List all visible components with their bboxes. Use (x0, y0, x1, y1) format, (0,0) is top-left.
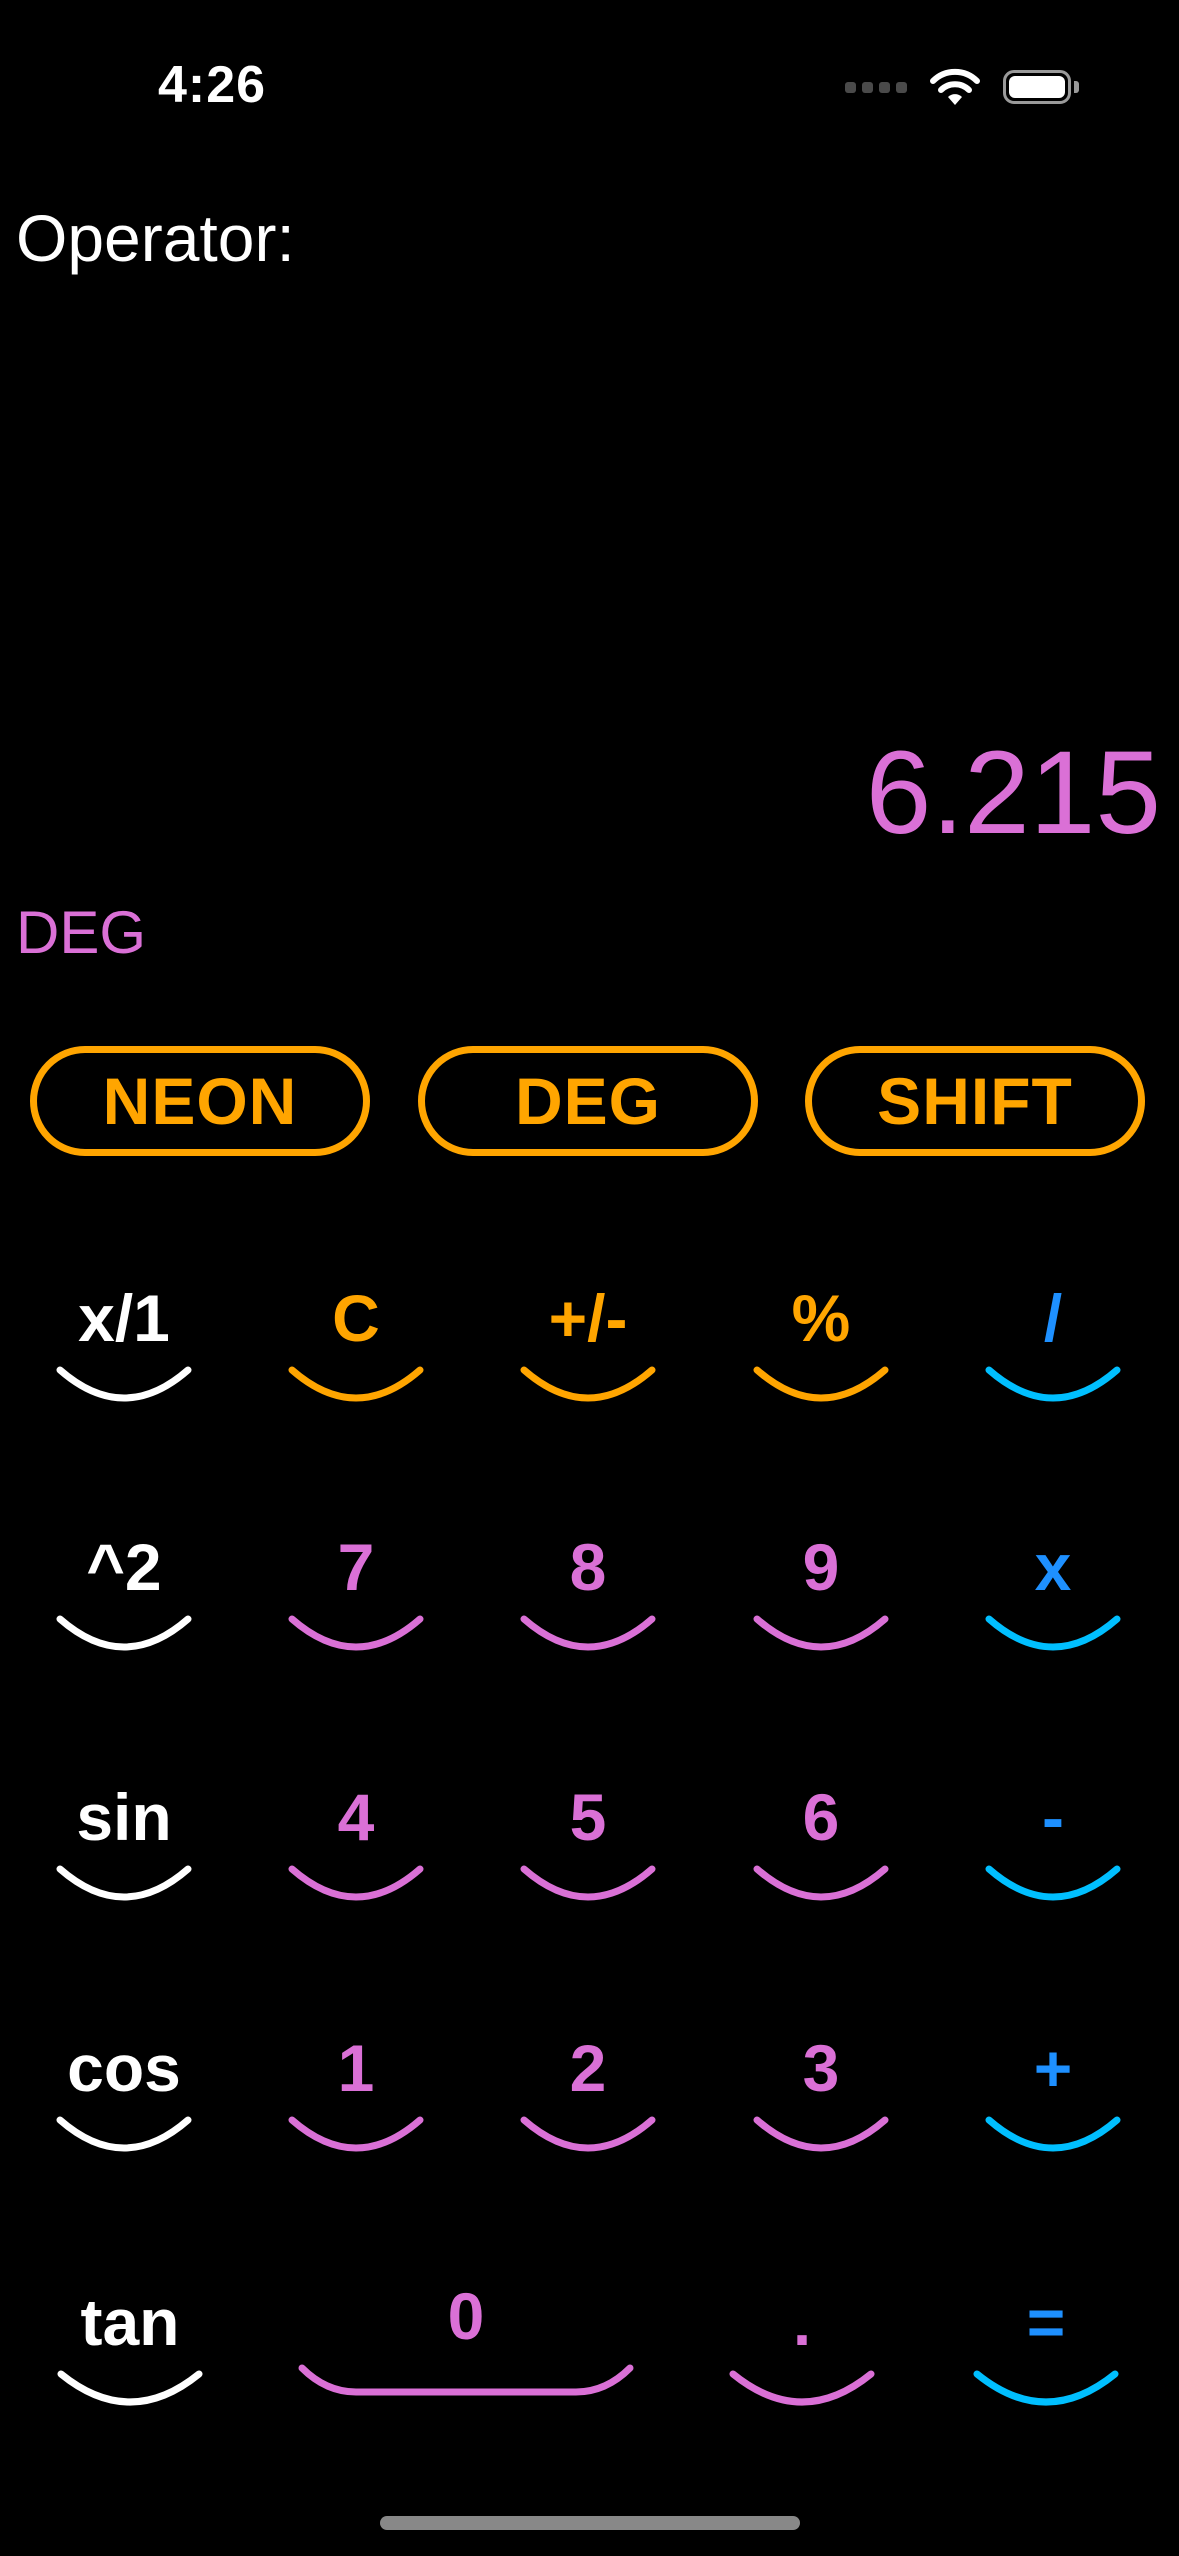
status-icons (845, 62, 1079, 112)
tan-key[interactable]: tan (50, 2282, 210, 2408)
key-label: x (1034, 1530, 1072, 1604)
operator-label: Operator: (16, 201, 295, 275)
key-arc (753, 1615, 889, 1651)
digit-9-key[interactable]: 9 (741, 1527, 901, 1653)
decimal-key[interactable]: . (722, 2282, 882, 2408)
key-arc (973, 2370, 1119, 2406)
key-arc (298, 2364, 634, 2396)
key-arc (753, 1366, 889, 1402)
key-label: . (792, 2285, 812, 2359)
key-label: 3 (802, 2031, 840, 2105)
digit-5-key[interactable]: 5 (508, 1777, 668, 1903)
add-key[interactable]: + (973, 2028, 1133, 2154)
key-label: 9 (802, 1530, 840, 1604)
key-arc (56, 1865, 192, 1901)
key-label: sin (76, 1780, 172, 1854)
key-label: 5 (569, 1780, 607, 1854)
key-arc (985, 2116, 1121, 2152)
key-label: / (1043, 1281, 1063, 1355)
angle-mode-indicator: DEG (16, 899, 147, 966)
key-label: cos (67, 2031, 181, 2105)
cellular-signal-icon (845, 81, 907, 93)
neon-button[interactable]: NEON (30, 1046, 370, 1156)
digit-4-key[interactable]: 4 (276, 1777, 436, 1903)
subtract-key[interactable]: - (973, 1777, 1133, 1903)
key-arc (520, 2116, 656, 2152)
digit-1-key[interactable]: 1 (276, 2028, 436, 2154)
clear-key[interactable]: C (276, 1278, 436, 1404)
key-arc (753, 2116, 889, 2152)
key-label: x/1 (78, 1281, 170, 1355)
key-arc (288, 1615, 424, 1651)
key-arc (520, 1366, 656, 1402)
status-time: 4:26 (158, 56, 267, 114)
key-arc (56, 1366, 192, 1402)
home-indicator[interactable] (380, 2516, 800, 2530)
key-label: +/- (548, 1281, 628, 1355)
key-label: + (1033, 2031, 1073, 2105)
key-arc (985, 1615, 1121, 1651)
key-label: 1 (337, 2031, 375, 2105)
key-label: - (1042, 1780, 1064, 1854)
sign-toggle-key[interactable]: +/- (508, 1278, 668, 1404)
wifi-icon (930, 68, 980, 105)
reciprocal-key[interactable]: x/1 (44, 1278, 204, 1404)
key-label: 2 (569, 2031, 607, 2105)
key-arc (753, 1865, 889, 1901)
key-label: 7 (337, 1530, 375, 1604)
key-arc (520, 1865, 656, 1901)
key-arc (729, 2370, 875, 2406)
key-label: % (791, 1281, 851, 1355)
key-arc (288, 1366, 424, 1402)
key-label: ^2 (86, 1530, 162, 1604)
deg-button[interactable]: DEG (418, 1046, 758, 1156)
key-arc (288, 2116, 424, 2152)
shift-button[interactable]: SHIFT (805, 1046, 1145, 1156)
digit-0-key[interactable]: 0 (296, 2276, 636, 2402)
display-value: 6.215 (865, 727, 1161, 859)
digit-6-key[interactable]: 6 (741, 1777, 901, 1903)
key-arc (985, 1366, 1121, 1402)
battery-icon (1003, 70, 1079, 104)
key-label: 8 (569, 1530, 607, 1604)
digit-8-key[interactable]: 8 (508, 1527, 668, 1653)
key-arc (288, 1865, 424, 1901)
key-label: 0 (447, 2279, 485, 2353)
multiply-key[interactable]: x (973, 1527, 1133, 1653)
key-arc (56, 2116, 192, 2152)
key-label: tan (80, 2285, 180, 2359)
digit-3-key[interactable]: 3 (741, 2028, 901, 2154)
digit-2-key[interactable]: 2 (508, 2028, 668, 2154)
key-label: = (1026, 2285, 1066, 2359)
divide-key[interactable]: / (973, 1278, 1133, 1404)
key-arc (57, 2370, 203, 2406)
sin-key[interactable]: sin (44, 1777, 204, 1903)
equals-key[interactable]: = (966, 2282, 1126, 2408)
key-label: 6 (802, 1780, 840, 1854)
square-key[interactable]: ^2 (44, 1527, 204, 1653)
key-arc (56, 1615, 192, 1651)
percent-key[interactable]: % (741, 1278, 901, 1404)
key-arc (520, 1615, 656, 1651)
key-label: 4 (337, 1780, 375, 1854)
key-arc (985, 1865, 1121, 1901)
digit-7-key[interactable]: 7 (276, 1527, 436, 1653)
key-label: C (332, 1281, 380, 1355)
cos-key[interactable]: cos (44, 2028, 204, 2154)
